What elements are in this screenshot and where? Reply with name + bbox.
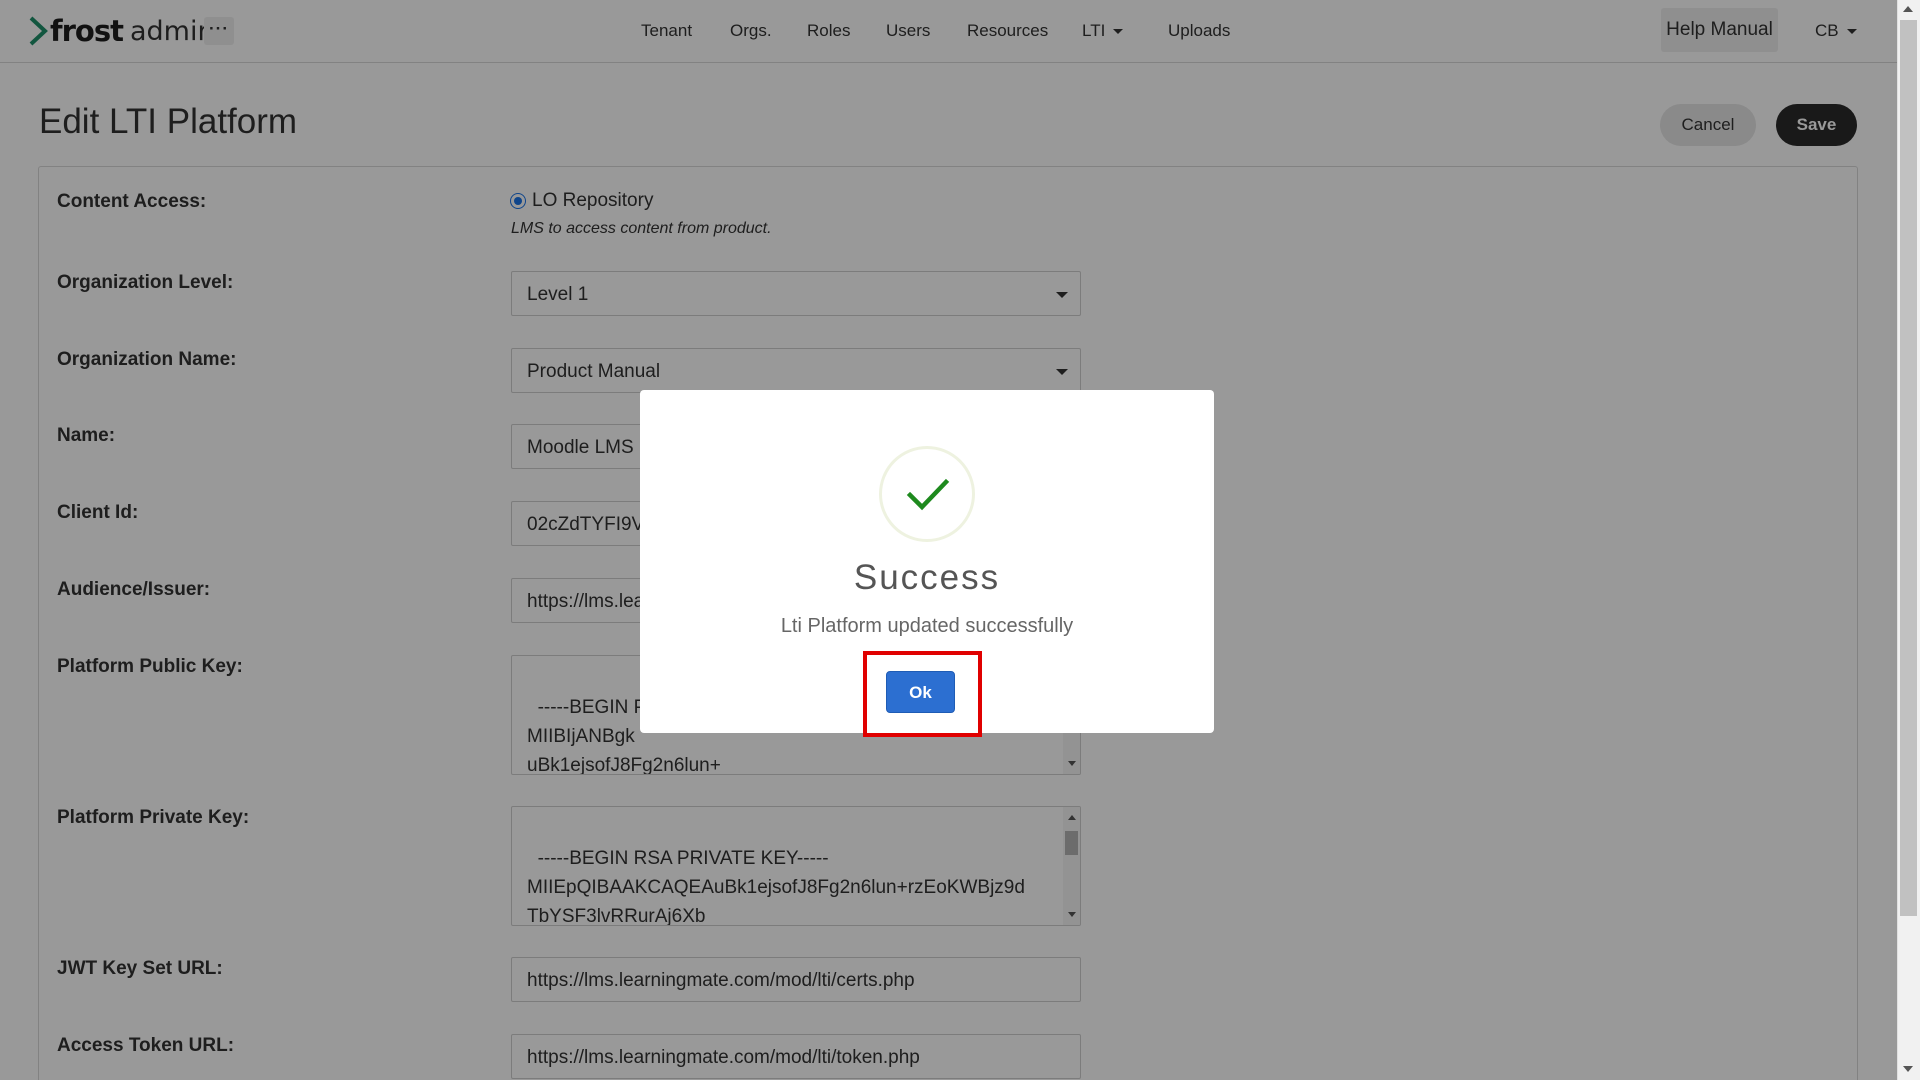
success-check-icon <box>879 446 975 542</box>
dialog-message: Lti Platform updated successfully <box>780 615 1074 637</box>
ok-button[interactable]: Ok <box>886 671 955 713</box>
scroll-down-arrow-icon[interactable] <box>1903 1066 1913 1072</box>
success-dialog: Success Lti Platform updated successfull… <box>640 390 1214 737</box>
page-scrollbar-thumb[interactable] <box>1900 20 1917 916</box>
checkmark-icon <box>906 478 950 511</box>
dialog-title: Success <box>853 558 1001 597</box>
scroll-up-arrow-icon[interactable] <box>1903 6 1913 12</box>
